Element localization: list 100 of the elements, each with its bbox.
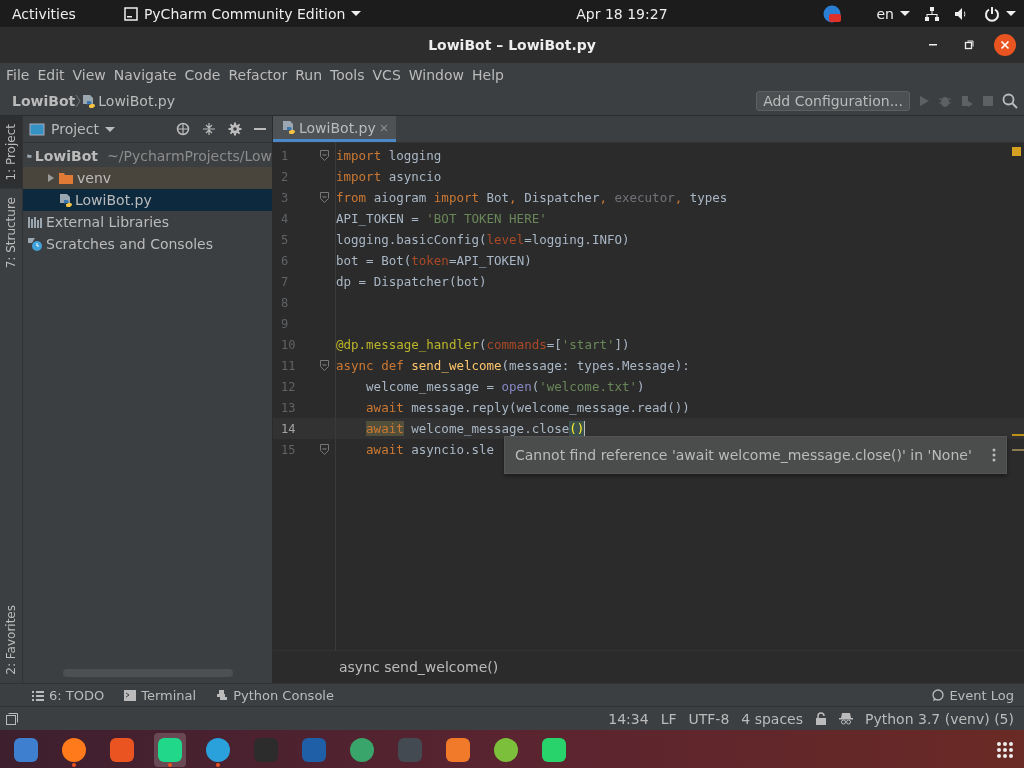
cursor-position[interactable]: 14:34 xyxy=(608,710,649,727)
indent-setting[interactable]: 4 spaces xyxy=(741,710,804,727)
line-number: 6 xyxy=(280,253,290,268)
side-tab[interactable]: 2: Favorites xyxy=(0,597,22,683)
path-text: ~/PycharmProjects/Low xyxy=(107,148,272,164)
warning-marker[interactable] xyxy=(1012,147,1021,156)
menu-item[interactable]: Window xyxy=(404,67,468,83)
line-number: 5 xyxy=(280,232,290,247)
folder-icon xyxy=(58,171,74,185)
tool-window-tab[interactable]: Terminal xyxy=(124,687,197,703)
panel-title-dropdown[interactable]: Project xyxy=(51,121,99,137)
side-tab[interactable]: 1: Project xyxy=(0,116,22,189)
network-icon[interactable] xyxy=(924,5,940,22)
dock-app-icon[interactable] xyxy=(154,733,186,767)
code-line: import logging xyxy=(336,148,442,163)
tree-item[interactable]: LowiBot ~/PycharmProjects/Low xyxy=(23,145,272,167)
app-menu[interactable]: PyCharm Community Edition xyxy=(123,5,362,22)
line-separator[interactable]: LF xyxy=(660,710,677,727)
libraries-icon xyxy=(27,215,43,229)
notification-icon[interactable] xyxy=(822,4,841,23)
file-encoding[interactable]: UTF-8 xyxy=(688,710,730,727)
scratches-icon xyxy=(27,237,43,251)
interpreter-selector[interactable]: Python 3.7 (venv) (5) xyxy=(865,710,1014,727)
code-line: logging.basicConfig(level=logging.INFO) xyxy=(336,232,630,247)
speech-bubble-icon xyxy=(932,689,945,701)
breadcrumb[interactable]: LowiBot.py xyxy=(81,93,175,109)
tool-window-tab[interactable]: Event Log xyxy=(932,687,1014,703)
python-file-icon xyxy=(58,192,72,208)
power-icon xyxy=(984,5,1000,22)
line-number: 3 xyxy=(280,190,290,205)
app-icon xyxy=(123,6,138,21)
code-line: await asyncio.sle xyxy=(366,442,495,457)
menu-item[interactable]: Navigate xyxy=(109,67,181,83)
menu-item[interactable]: Tools xyxy=(326,67,369,83)
line-number: 14 xyxy=(280,421,297,436)
code-line: async def send_welcome(message: types.Message): xyxy=(336,358,690,373)
python-file-icon xyxy=(81,93,96,109)
list-icon xyxy=(32,689,44,701)
code-line: from aiogram import Bot, Dispatcher, executor, types xyxy=(336,190,728,205)
menu-item[interactable]: Code xyxy=(180,67,225,83)
close-icon xyxy=(1000,40,1010,50)
line-number: 15 xyxy=(280,442,297,457)
tree-item[interactable]: Scratches and Consoles xyxy=(23,233,272,255)
tooltip-text: Cannot find reference 'await welcome_message.close()' in 'None' xyxy=(515,447,973,463)
language-menu[interactable]: en xyxy=(876,5,910,22)
menu-item[interactable]: VCS xyxy=(368,67,405,83)
code-line: dp = Dispatcher(bot) xyxy=(336,274,487,289)
add-configuration-button[interactable]: Add Configuration... xyxy=(756,91,910,111)
side-tab[interactable]: 7: Structure xyxy=(0,188,22,276)
tool-window-tab[interactable]: Python Console xyxy=(216,687,334,703)
app-grid-icon[interactable] xyxy=(996,741,1014,759)
inspector-icon[interactable] xyxy=(839,712,854,725)
fold-icon[interactable] xyxy=(320,444,329,455)
code-line: API_TOKEN = 'BOT TOKEN HERE' xyxy=(336,211,547,226)
window-title: LowiBot – LowiBot.py xyxy=(428,37,596,53)
menu-item[interactable]: Edit xyxy=(33,67,69,83)
breadcrumb[interactable]: LowiBot xyxy=(12,93,76,109)
python-file-icon xyxy=(281,120,295,135)
settings-icon[interactable] xyxy=(228,122,242,136)
clock[interactable]: Apr 18 19:27 xyxy=(516,5,668,22)
minimize-icon xyxy=(929,44,937,46)
code-line: bot = Bot(token=API_TOKEN) xyxy=(336,253,532,268)
collapse-icon[interactable] xyxy=(202,122,216,136)
close-button[interactable] xyxy=(994,34,1016,56)
tool-window-tab[interactable]: 6: TODO xyxy=(32,687,105,703)
menu-item[interactable]: Refactor xyxy=(224,67,292,83)
maximize-icon xyxy=(964,40,974,50)
close-icon[interactable] xyxy=(379,123,388,132)
code-line: import asyncio xyxy=(336,169,442,184)
expand-arrow-icon xyxy=(47,173,55,183)
tree-item[interactable]: External Libraries xyxy=(23,211,272,233)
menu-item[interactable]: View xyxy=(68,67,110,83)
more-icon[interactable] xyxy=(992,448,996,462)
locate-icon[interactable] xyxy=(176,122,190,136)
fold-icon[interactable] xyxy=(320,192,329,203)
editor-tab[interactable]: LowiBot.py xyxy=(273,116,396,142)
power-menu[interactable] xyxy=(984,5,1016,22)
lock-icon[interactable] xyxy=(815,712,828,725)
line-number: 2 xyxy=(280,169,290,184)
terminal-icon xyxy=(124,689,137,701)
fold-icon[interactable] xyxy=(320,150,329,161)
line-number: 7 xyxy=(280,274,290,289)
tree-item[interactable]: venv xyxy=(23,167,272,189)
line-number: 9 xyxy=(280,316,290,331)
line-number: 10 xyxy=(280,337,297,352)
code-line: @dp.message_handler(commands=['start']) xyxy=(336,337,630,352)
tree-item[interactable]: LowiBot.py xyxy=(23,189,272,211)
chevron-icon xyxy=(75,94,82,108)
code-line: await message.reply(welcome_message.read()) xyxy=(366,400,690,415)
panel-toggle-icon[interactable] xyxy=(6,712,18,725)
menu-item[interactable]: Help xyxy=(468,67,508,83)
breadcrumb[interactable]: async send_welcome() xyxy=(339,659,499,675)
window-icon xyxy=(29,122,45,136)
menu-item[interactable]: File xyxy=(2,67,34,83)
menu-item[interactable]: Run xyxy=(291,67,327,83)
activities-button[interactable]: Activities xyxy=(12,5,76,22)
search-icon[interactable] xyxy=(1002,93,1018,109)
line-number: 4 xyxy=(280,211,290,226)
fold-icon[interactable] xyxy=(320,360,329,371)
line-number: 11 xyxy=(280,358,297,373)
